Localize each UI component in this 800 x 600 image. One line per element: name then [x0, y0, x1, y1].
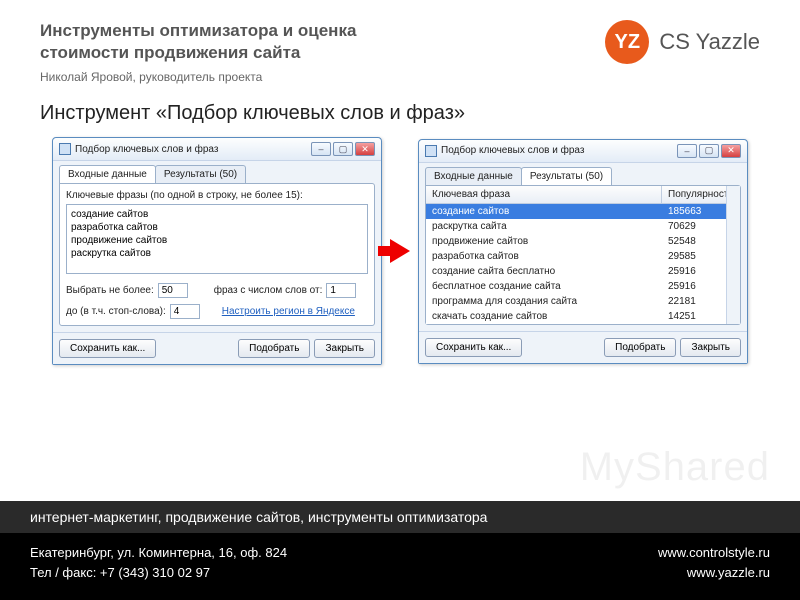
- tab-input-data[interactable]: Входные данные: [59, 165, 156, 183]
- app-icon: [425, 145, 437, 157]
- words-to-label: до (в т.ч. стоп-слова):: [66, 306, 166, 317]
- titlebar: Подбор ключевых слов и фраз – ▢ ✕: [419, 140, 747, 163]
- scrollbar[interactable]: [726, 186, 740, 324]
- col-phrase[interactable]: Ключевая фраза: [426, 186, 662, 203]
- select-max-label: Выбрать не более:: [66, 285, 154, 296]
- table-row[interactable]: продвижение сайтов52548: [426, 234, 740, 249]
- words-from-input[interactable]: [326, 283, 356, 298]
- pick-button[interactable]: Подобрать: [238, 339, 310, 358]
- arrow-icon: [390, 239, 410, 263]
- table-row[interactable]: программа для создания сайта22181: [426, 294, 740, 309]
- footer-address: Екатеринбург, ул. Коминтерна, 16, оф. 82…: [30, 543, 287, 563]
- region-link[interactable]: Настроить регион в Яндексе: [222, 306, 355, 317]
- watermark: MyShared: [580, 445, 770, 490]
- titlebar: Подбор ключевых слов и фраз – ▢ ✕: [53, 138, 381, 161]
- words-to-input[interactable]: [170, 304, 200, 319]
- slide-header: Инструменты оптимизатора и оценка стоимо…: [0, 0, 800, 94]
- maximize-button[interactable]: ▢: [333, 142, 353, 156]
- tab-input-data[interactable]: Входные данные: [425, 167, 522, 185]
- tab-results[interactable]: Результаты (50): [155, 165, 246, 183]
- table-row[interactable]: разработка сайтов29585: [426, 249, 740, 264]
- table-row[interactable]: раскрутка сайта70629: [426, 219, 740, 234]
- pick-button[interactable]: Подобрать: [604, 338, 676, 357]
- header-subtitle: Николай Яровой, руководитель проекта: [40, 70, 605, 84]
- window-title: Подбор ключевых слов и фраз: [441, 145, 584, 156]
- footer-url2: www.yazzle.ru: [658, 563, 770, 583]
- logo: YZ CS Yazzle: [605, 20, 760, 64]
- table-row[interactable]: бесплатное создание сайта25916: [426, 279, 740, 294]
- footer: интернет-маркетинг, продвижение сайтов, …: [0, 501, 800, 600]
- maximize-button[interactable]: ▢: [699, 144, 719, 158]
- close-button[interactable]: ✕: [721, 144, 741, 158]
- section-title: Инструмент «Подбор ключевых слов и фраз»: [0, 94, 800, 137]
- dialog-results: Подбор ключевых слов и фраз – ▢ ✕ Входны…: [418, 139, 748, 364]
- app-icon: [59, 143, 71, 155]
- save-as-button[interactable]: Сохранить как...: [59, 339, 156, 358]
- footer-url1: www.controlstyle.ru: [658, 543, 770, 563]
- table-row[interactable]: создание сайтов185663: [426, 204, 740, 219]
- close-button[interactable]: ✕: [355, 142, 375, 156]
- tab-results[interactable]: Результаты (50): [521, 167, 612, 185]
- table-row[interactable]: скачать создание сайтов14251: [426, 309, 740, 324]
- dialog-input: Подбор ключевых слов и фраз – ▢ ✕ Входны…: [52, 137, 382, 365]
- select-max-input[interactable]: [158, 283, 188, 298]
- logo-badge-icon: YZ: [605, 20, 649, 64]
- results-header: Ключевая фраза Популярность: [426, 186, 740, 204]
- minimize-button[interactable]: –: [677, 144, 697, 158]
- minimize-button[interactable]: –: [311, 142, 331, 156]
- results-grid[interactable]: создание сайтов185663раскрутка сайта7062…: [426, 204, 740, 324]
- words-from-label: фраз с числом слов от:: [214, 285, 323, 296]
- close-dialog-button[interactable]: Закрыть: [314, 339, 375, 358]
- footer-tagline: интернет-маркетинг, продвижение сайтов, …: [0, 501, 800, 533]
- save-as-button[interactable]: Сохранить как...: [425, 338, 522, 357]
- window-title: Подбор ключевых слов и фраз: [75, 144, 218, 155]
- close-dialog-button[interactable]: Закрыть: [680, 338, 741, 357]
- logo-text: CS Yazzle: [659, 29, 760, 55]
- footer-phone: Тел / факс: +7 (343) 310 02 97: [30, 563, 287, 583]
- keywords-textarea[interactable]: [66, 204, 368, 274]
- table-row[interactable]: создание сайта бесплатно25916: [426, 264, 740, 279]
- keywords-label: Ключевые фразы (по одной в строку, не бо…: [66, 190, 368, 201]
- header-title: Инструменты оптимизатора и оценка стоимо…: [40, 20, 605, 64]
